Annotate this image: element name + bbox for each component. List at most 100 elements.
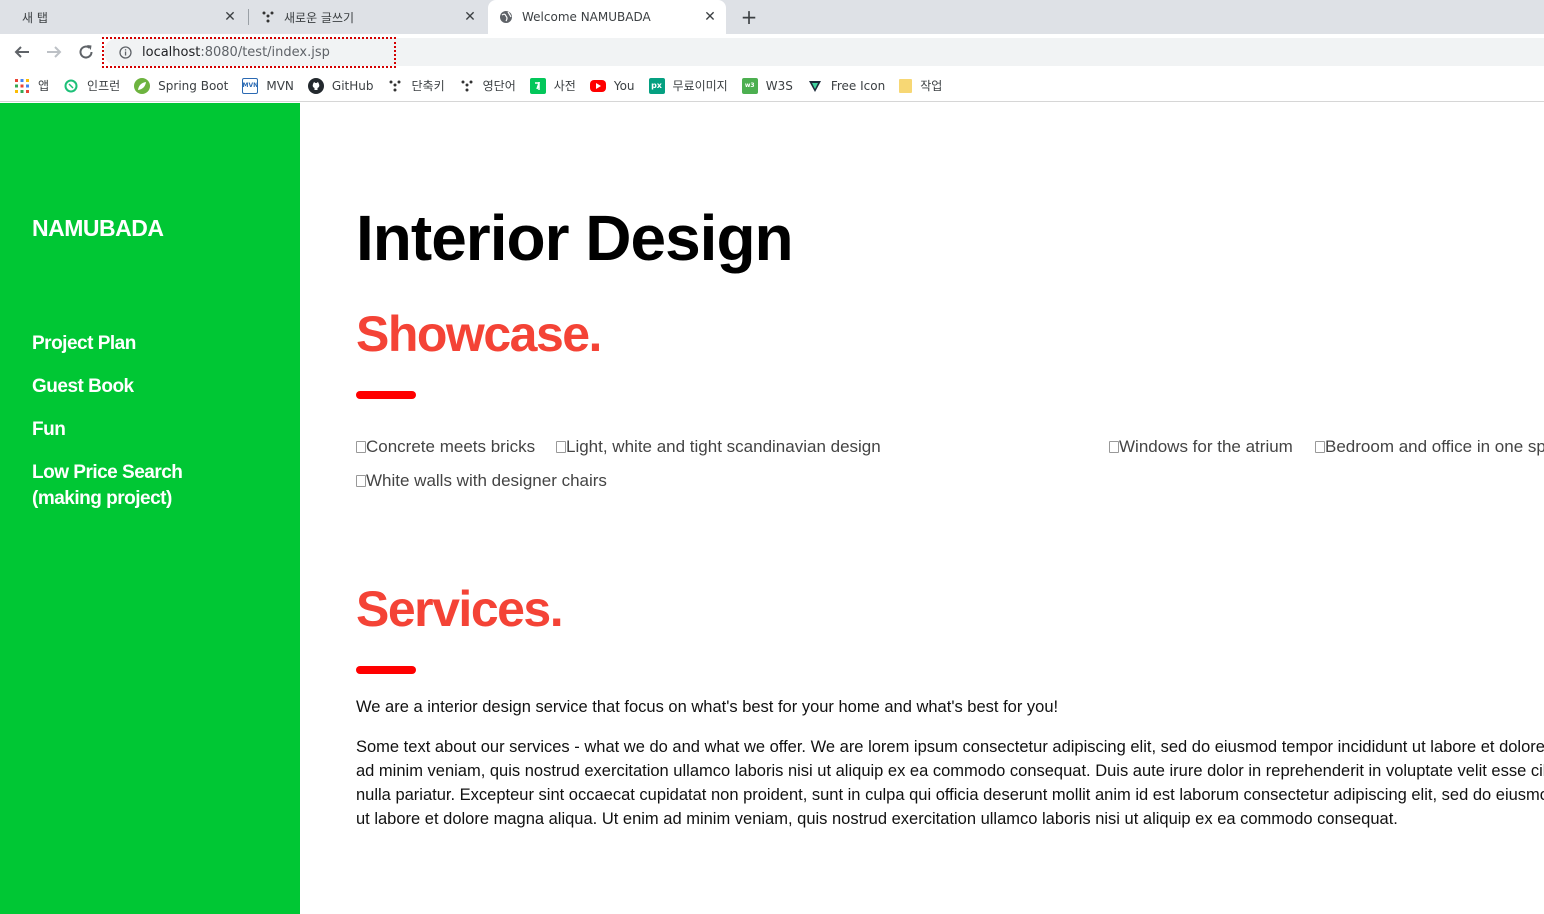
dots-icon <box>459 78 475 94</box>
brand-logo[interactable]: NAMUBADA <box>32 215 164 242</box>
bookmark-label: You <box>613 78 635 93</box>
bookmark-mvn[interactable]: MVN MVN <box>242 77 294 94</box>
px-icon: px <box>648 77 665 94</box>
broken-image-icon <box>356 475 366 487</box>
bookmark-apps[interactable]: 앱 <box>14 77 49 94</box>
bookmark-label: 무료이미지 <box>672 79 728 93</box>
back-arrow-icon <box>14 46 29 58</box>
showcase-image-concrete[interactable]: Concrete meets bricks <box>356 437 535 457</box>
reload-icon <box>79 45 93 59</box>
showcase-image-white-walls[interactable]: White walls with designer chairs <box>356 471 607 491</box>
showcase-heading: Showcase. <box>356 306 602 362</box>
tab-label: 새 탭 <box>22 10 48 25</box>
close-icon[interactable]: ✕ <box>462 9 478 25</box>
sidebar-item-guest-book[interactable]: Guest Book <box>32 374 282 400</box>
tab-label: Welcome NAMUBADA <box>522 10 651 24</box>
inflearn-icon <box>63 78 79 94</box>
main-content: Interior Design Showcase. Concrete meets… <box>356 103 1544 914</box>
new-tab-button[interactable]: + <box>737 5 761 29</box>
bookmark-free-images[interactable]: px 무료이미지 <box>648 77 728 94</box>
bookmark-label: 작업 <box>920 79 943 93</box>
image-alt-text: Concrete meets bricks <box>366 437 536 456</box>
bookmark-github[interactable]: GitHub <box>307 77 374 94</box>
image-alt-text: White walls with designer chairs <box>366 471 607 490</box>
bookmark-free-icon[interactable]: Free Icon <box>807 78 885 94</box>
bookmarks-bar: 앱 인프런 Spring Boot MVN MVN GitHub 단축키 영단어 <box>0 70 1544 102</box>
bookmark-shortcuts[interactable]: 단축키 <box>387 77 445 94</box>
dots-icon <box>387 78 403 94</box>
close-icon[interactable]: ✕ <box>222 9 238 25</box>
bookmark-label: 단축키 <box>411 79 445 93</box>
image-alt-text: Windows for the atrium <box>1119 437 1293 456</box>
broken-image-icon <box>556 441 566 453</box>
url-path: :8080/test/index.jsp <box>200 44 330 60</box>
bookmark-folder-work[interactable]: 작업 <box>899 77 942 94</box>
sidebar-item-low-price-search[interactable]: Low Price Search (making project) <box>32 460 192 512</box>
bookmark-label: Free Icon <box>830 78 886 93</box>
bookmark-vocabulary[interactable]: 영단어 <box>459 77 516 94</box>
browser-toolbar: localhost:8080/test/index.jsp <box>0 34 1544 70</box>
tab-new-post[interactable]: 새로운 글쓰기 ✕ <box>250 0 486 34</box>
github-icon <box>307 77 324 94</box>
dictionary-icon <box>529 77 546 94</box>
services-heading: Services. <box>356 581 564 637</box>
back-button[interactable] <box>10 40 34 64</box>
services-body-line: Some text about our services - what we d… <box>356 738 1544 756</box>
services-divider <box>356 666 416 674</box>
tab-welcome-namubada[interactable]: Welcome NAMUBADA ✕ <box>488 0 726 34</box>
close-icon[interactable]: ✕ <box>702 9 718 25</box>
sidebar: NAMUBADA Project Plan Guest Book Fun Low… <box>0 103 300 914</box>
bookmark-label: 사전 <box>553 79 576 93</box>
forward-arrow-icon <box>47 46 62 58</box>
broken-image-icon <box>1109 441 1119 453</box>
mvn-icon: MVN <box>242 77 259 94</box>
address-bar[interactable]: localhost:8080/test/index.jsp <box>104 38 1544 66</box>
bookmark-label: 영단어 <box>482 79 516 93</box>
bookmark-label: GitHub <box>331 78 374 93</box>
freeicon-icon <box>807 78 823 94</box>
bookmark-spring-boot[interactable]: Spring Boot <box>134 77 229 94</box>
bookmark-inflearn[interactable]: 인프런 <box>63 77 120 94</box>
folder-icon <box>899 78 913 93</box>
showcase-image-bedroom-office[interactable]: Bedroom and office in one space <box>1315 437 1544 457</box>
tab-strip: 새 탭 ✕ 새로운 글쓰기 ✕ Welcome NAMUBADA ✕ + <box>0 0 1544 34</box>
broken-image-icon <box>1315 441 1325 453</box>
services-body-line: nulla pariatur. Excepteur sint occaecat … <box>356 786 1544 804</box>
page-title: Interior Design <box>356 202 794 274</box>
showcase-image-scandinavian[interactable]: Light, white and tight scandinavian desi… <box>556 437 881 457</box>
broken-image-icon <box>356 441 366 453</box>
bookmark-dictionary[interactable]: 사전 <box>529 77 576 94</box>
bookmark-label: W3S <box>765 78 793 93</box>
web-page: NAMUBADA Project Plan Guest Book Fun Low… <box>0 103 1544 914</box>
sidebar-item-project-plan[interactable]: Project Plan <box>32 331 282 357</box>
spring-icon <box>134 77 151 94</box>
services-body-line: ut labore et dolore magna aliqua. Ut eni… <box>356 810 1398 828</box>
w3s-icon: w3 <box>741 77 758 94</box>
dots-icon <box>260 9 276 25</box>
bookmark-w3s[interactable]: w3 W3S <box>741 77 793 94</box>
tab-new-tab[interactable]: 새 탭 ✕ <box>8 0 246 34</box>
tab-separator <box>248 9 249 25</box>
bookmark-label: 앱 <box>38 79 50 93</box>
reload-button[interactable] <box>74 40 98 64</box>
sidebar-nav: Project Plan Guest Book Fun Low Price Se… <box>32 331 282 529</box>
youtube-icon <box>589 79 606 92</box>
showcase-image-atrium[interactable]: Windows for the atrium <box>1109 437 1293 457</box>
globe-icon <box>498 9 514 25</box>
services-body: Some text about our services - what we d… <box>356 735 1544 831</box>
bookmark-youtube[interactable]: You <box>589 78 635 93</box>
tab-label: 새로운 글쓰기 <box>284 10 355 25</box>
services-body-line: ad minim veniam, quis nostrud exercitati… <box>356 762 1544 780</box>
url-host: localhost <box>142 44 201 60</box>
image-alt-text: Light, white and tight scandinavian desi… <box>566 437 881 456</box>
forward-button[interactable] <box>42 40 66 64</box>
bookmark-label: Spring Boot <box>158 78 229 93</box>
bookmark-label: 인프런 <box>87 79 121 93</box>
image-alt-text: Bedroom and office in one space <box>1325 437 1544 456</box>
info-icon[interactable] <box>118 45 132 59</box>
bookmark-label: MVN <box>266 78 294 93</box>
showcase-divider <box>356 391 416 399</box>
apps-grid-icon <box>14 78 30 94</box>
sidebar-item-fun[interactable]: Fun <box>32 417 282 443</box>
services-intro: We are a interior design service that fo… <box>356 698 1059 716</box>
